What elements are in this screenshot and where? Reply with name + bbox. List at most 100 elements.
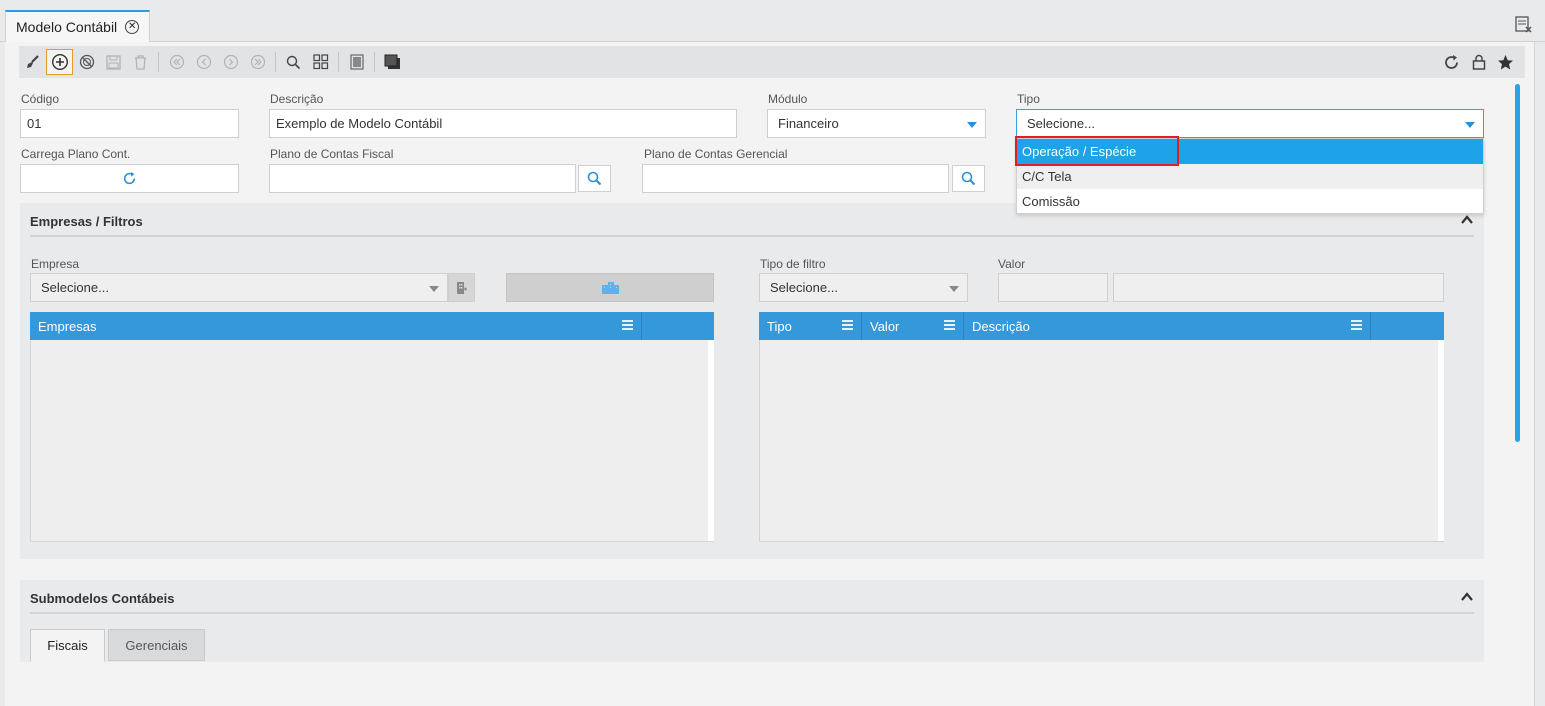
- cancel-icon[interactable]: [73, 49, 100, 75]
- search-icon[interactable]: [280, 49, 307, 75]
- modulo-value: Financeiro: [778, 116, 839, 131]
- divider: [30, 235, 1474, 237]
- main-shell: Código 01 Descrição Exemplo de Modelo Co…: [5, 42, 1535, 706]
- brush-icon[interactable]: [19, 49, 46, 75]
- toolbar-right: [1438, 49, 1519, 75]
- empresa-label: Empresa: [31, 257, 80, 271]
- column-tipo[interactable]: Tipo: [759, 312, 862, 340]
- prev-icon[interactable]: [190, 49, 217, 75]
- tipo-filtro-label: Tipo de filtro: [760, 257, 826, 271]
- chevron-down-icon: [429, 286, 439, 292]
- tab-label: Fiscais: [47, 638, 88, 653]
- toolbar-divider: [275, 52, 276, 72]
- building-icon: [456, 281, 467, 294]
- clear-filter-icon[interactable]: [1515, 16, 1533, 34]
- grid-scrollbar[interactable]: [1438, 340, 1444, 541]
- document-tabbar: Modelo Contábil ✕: [0, 0, 1545, 42]
- tab-title: Modelo Contábil: [16, 19, 118, 35]
- divider: [30, 612, 1474, 614]
- column-descricao[interactable]: Descrição: [964, 312, 1371, 340]
- modulo-label: Módulo: [768, 92, 808, 106]
- column-label: Tipo: [767, 318, 792, 334]
- plano-gerencial-search-button[interactable]: [952, 165, 985, 192]
- refresh-icon[interactable]: [1438, 49, 1465, 75]
- plano-fiscal-field[interactable]: [269, 164, 576, 193]
- modulo-select[interactable]: Financeiro: [767, 109, 986, 138]
- column-menu-icon[interactable]: [622, 319, 633, 331]
- plano-gerencial-field[interactable]: [642, 164, 949, 193]
- page-scrollbar[interactable]: [1513, 82, 1523, 704]
- codigo-value: 01: [27, 116, 42, 131]
- codigo-label: Código: [21, 92, 60, 106]
- column-menu-icon[interactable]: [1351, 319, 1362, 331]
- toolbar-divider: [374, 52, 375, 72]
- tab-fiscais[interactable]: Fiscais: [30, 629, 105, 662]
- grid-scrollbar[interactable]: [708, 340, 714, 541]
- tipo-label: Tipo: [1017, 92, 1040, 106]
- toolbar: [19, 46, 1525, 78]
- descricao-field[interactable]: Exemplo de Modelo Contábil: [269, 109, 737, 138]
- panel-title: Empresas / Filtros: [30, 214, 143, 229]
- tipo-filtro-placeholder: Selecione...: [770, 280, 838, 295]
- panel-title: Submodelos Contábeis: [30, 591, 175, 606]
- filtros-grid-header: Tipo Valor Descrição: [759, 312, 1444, 340]
- add-icon[interactable]: [46, 49, 73, 75]
- search-icon: [587, 171, 602, 186]
- buildings-icon: [602, 281, 619, 294]
- layers-icon[interactable]: [379, 49, 406, 75]
- empresa-lookup-button[interactable]: [448, 273, 475, 302]
- valor-descricao-field[interactable]: [1113, 273, 1444, 302]
- refresh-icon: [123, 171, 136, 185]
- scrollbar-thumb[interactable]: [1515, 84, 1520, 442]
- dropdown-option-comissao[interactable]: Comissão: [1017, 189, 1483, 214]
- lock-icon[interactable]: [1465, 49, 1492, 75]
- chevron-up-icon[interactable]: [1460, 213, 1474, 227]
- codigo-field[interactable]: 01: [20, 109, 239, 138]
- carrega-plano-button[interactable]: [20, 164, 239, 193]
- valor-label: Valor: [998, 257, 1026, 271]
- toolbar-divider: [158, 52, 159, 72]
- star-icon[interactable]: [1492, 49, 1519, 75]
- plano-gerencial-label: Plano de Contas Gerencial: [644, 147, 788, 161]
- save-icon[interactable]: [100, 49, 127, 75]
- empresas-filtros-panel: Empresas / Filtros Empresa Selecione... …: [20, 203, 1484, 559]
- tab-label: Gerenciais: [125, 637, 188, 653]
- search-icon: [961, 171, 976, 186]
- tab-modelo-contabil[interactable]: Modelo Contábil ✕: [5, 10, 151, 42]
- plano-fiscal-label: Plano de Contas Fiscal: [270, 147, 394, 161]
- valor-field[interactable]: [998, 273, 1108, 302]
- empresas-grid-header: Empresas: [30, 312, 714, 340]
- carrega-label: Carrega Plano Cont.: [21, 147, 131, 161]
- column-label: Valor: [870, 318, 900, 334]
- delete-icon[interactable]: [127, 49, 154, 75]
- tab-gerenciais[interactable]: Gerenciais: [108, 629, 205, 661]
- annotation-highlight-box: [1015, 136, 1179, 166]
- column-menu-icon[interactable]: [944, 319, 955, 331]
- submodelos-panel: Submodelos Contábeis Fiscais Gerenciais: [20, 580, 1484, 662]
- column-empresas[interactable]: Empresas: [30, 312, 642, 340]
- grid-icon[interactable]: [307, 49, 334, 75]
- column-valor[interactable]: Valor: [862, 312, 964, 340]
- toolbar-divider: [338, 52, 339, 72]
- empresa-select[interactable]: Selecione...: [30, 273, 448, 302]
- tipo-select[interactable]: Selecione...: [1016, 109, 1484, 138]
- tipo-filtro-select[interactable]: Selecione...: [759, 273, 968, 302]
- report-icon[interactable]: [343, 49, 370, 75]
- tipo-placeholder: Selecione...: [1027, 116, 1095, 131]
- plano-fiscal-search-button[interactable]: [578, 165, 611, 192]
- empresas-grid-body: [30, 340, 714, 542]
- chevron-up-icon[interactable]: [1460, 590, 1474, 604]
- chevron-down-icon: [967, 122, 977, 128]
- next-icon[interactable]: [217, 49, 244, 75]
- first-icon[interactable]: [163, 49, 190, 75]
- column-menu-icon[interactable]: [842, 319, 853, 331]
- empresa-placeholder: Selecione...: [41, 280, 109, 295]
- descricao-label: Descrição: [270, 92, 324, 106]
- add-empresa-button[interactable]: [506, 273, 714, 302]
- last-icon[interactable]: [244, 49, 271, 75]
- filtros-grid-body: [759, 340, 1444, 542]
- chevron-down-icon: [949, 286, 959, 292]
- column-label: Descrição: [972, 318, 1030, 334]
- close-tab-icon[interactable]: ✕: [125, 20, 140, 34]
- dropdown-option-cc-tela[interactable]: C/C Tela: [1017, 164, 1483, 189]
